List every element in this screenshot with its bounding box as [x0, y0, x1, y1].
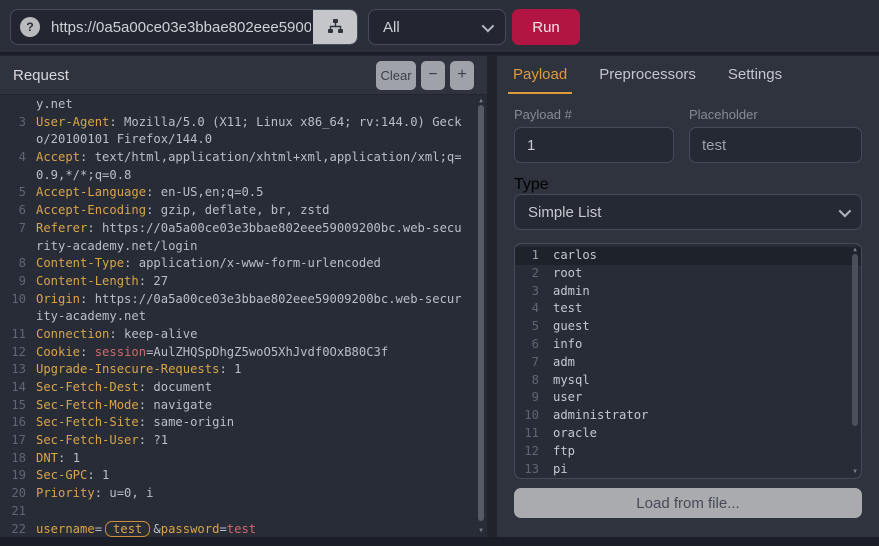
payload-list-item: 4test: [515, 300, 861, 318]
scope-select-value: All: [383, 19, 400, 36]
placeholder-input[interactable]: [689, 127, 862, 163]
request-line: rity-academy.net/login: [0, 238, 487, 256]
payload-tab-content: Payload # Placeholder Type Simple List 1…: [497, 94, 879, 518]
increase-font-button[interactable]: +: [450, 61, 474, 90]
scroll-up-icon[interactable]: ▲: [850, 246, 860, 254]
request-line: 13Upgrade-Insecure-Requests: 1: [0, 361, 487, 379]
request-line: 6Accept-Encoding: gzip, deflate, br, zst…: [0, 202, 487, 220]
scroll-down-icon[interactable]: ▼: [476, 527, 486, 535]
payload-list-item: 5guest: [515, 318, 861, 336]
payload-list-item: 13pi: [515, 461, 861, 479]
payload-list-item: 7adm: [515, 354, 861, 372]
request-editor-scrollbar: ▲ ▼: [476, 95, 486, 537]
request-line: 14Sec-Fetch-Dest: document: [0, 379, 487, 397]
help-button[interactable]: ?: [11, 10, 49, 44]
payload-list-item: 1carlos: [515, 247, 861, 265]
request-line: y.net: [0, 96, 487, 114]
type-select[interactable]: Simple List: [514, 194, 862, 230]
payload-list-item: 8mysql: [515, 372, 861, 390]
sitemap-button[interactable]: [313, 10, 357, 44]
top-bar: ? All Run: [0, 0, 879, 54]
payload-list-editor[interactable]: 1carlos2root3admin4test5guest6info7adm8m…: [514, 243, 862, 479]
request-line: o/20100101 Firefox/144.0: [0, 131, 487, 149]
load-from-file-button[interactable]: Load from file...: [514, 488, 862, 518]
request-line: 10Origin: https://0a5a00ce03e3bbae802eee…: [0, 291, 487, 309]
request-line: 8Content-Type: application/x-www-form-ur…: [0, 255, 487, 273]
request-line: 21: [0, 503, 487, 521]
request-line: 7Referer: https://0a5a00ce03e3bbae802eee…: [0, 220, 487, 238]
payload-placeholder-marker: test: [105, 521, 150, 537]
request-line: 11Connection: keep-alive: [0, 326, 487, 344]
request-line: 0.9,*/*;q=0.8: [0, 167, 487, 185]
run-button[interactable]: Run: [512, 9, 580, 45]
placeholder-field-group: Placeholder: [689, 107, 862, 163]
type-field-group: Type Simple List: [514, 176, 862, 230]
url-input[interactable]: [49, 10, 313, 44]
scroll-down-icon[interactable]: ▼: [850, 468, 860, 476]
payload-scrollbar-thumb[interactable]: [852, 254, 858, 426]
request-line: 22username=test&password=test: [0, 521, 487, 538]
payload-list-item: 9user: [515, 389, 861, 407]
payload-number-input[interactable]: [514, 127, 674, 163]
url-input-group: ?: [10, 9, 358, 45]
request-panel-title: Request: [13, 67, 69, 84]
help-icon: ?: [20, 17, 40, 37]
payload-rows: 1carlos2root3admin4test5guest6info7adm8m…: [515, 247, 861, 478]
payload-list-item: 6info: [515, 336, 861, 354]
request-editor[interactable]: y.net3User-Agent: Mozilla/5.0 (X11; Linu…: [0, 95, 487, 537]
tab-payload[interactable]: Payload: [508, 56, 572, 94]
request-line: 19Sec-GPC: 1: [0, 467, 487, 485]
chevron-down-icon: [839, 204, 852, 217]
tab-preprocessors[interactable]: Preprocessors: [594, 56, 701, 94]
chevron-down-icon: [482, 19, 495, 32]
request-line: 9Content-Length: 27: [0, 273, 487, 291]
request-line: 16Sec-Fetch-Site: same-origin: [0, 414, 487, 432]
request-scrollbar-thumb[interactable]: [478, 105, 484, 521]
payload-number-label: Payload #: [514, 107, 674, 122]
type-select-value: Simple List: [528, 204, 601, 221]
request-lines: y.net3User-Agent: Mozilla/5.0 (X11; Linu…: [0, 96, 487, 537]
request-panel: Request Clear − + y.net3User-Agent: Mozi…: [0, 56, 487, 537]
scroll-up-icon[interactable]: ▲: [476, 97, 486, 105]
request-line: 18DNT: 1: [0, 450, 487, 468]
payload-list-scrollbar: ▲ ▼: [850, 244, 860, 478]
payload-tabbar: Payload Preprocessors Settings: [497, 56, 879, 94]
request-line: ity-academy.net: [0, 308, 487, 326]
payload-number-field-group: Payload #: [514, 107, 674, 163]
type-label: Type: [514, 176, 862, 194]
sitemap-icon: [327, 18, 344, 37]
placeholder-label: Placeholder: [689, 107, 862, 122]
request-panel-header: Request Clear − +: [0, 56, 487, 95]
payload-panel: Payload Preprocessors Settings Payload #…: [497, 56, 879, 537]
payload-list-item: 3admin: [515, 283, 861, 301]
scope-select[interactable]: All: [368, 9, 506, 45]
request-line: 3User-Agent: Mozilla/5.0 (X11; Linux x86…: [0, 114, 487, 132]
payload-list-item: 12ftp: [515, 443, 861, 461]
request-line: 20Priority: u=0, i: [0, 485, 487, 503]
bottom-edge: [0, 537, 879, 546]
payload-list-item: 10administrator: [515, 407, 861, 425]
request-line: 15Sec-Fetch-Mode: navigate: [0, 397, 487, 415]
request-line: 4Accept: text/html,application/xhtml+xml…: [0, 149, 487, 167]
payload-list-item: 2root: [515, 265, 861, 283]
tab-settings[interactable]: Settings: [723, 56, 787, 94]
request-line: 12Cookie: session=AulZHQSpDhgZ5woO5XhJvd…: [0, 344, 487, 362]
decrease-font-button[interactable]: −: [421, 61, 445, 90]
payload-list-item: 11oracle: [515, 425, 861, 443]
request-line: 5Accept-Language: en-US,en;q=0.5: [0, 184, 487, 202]
request-line: 17Sec-Fetch-User: ?1: [0, 432, 487, 450]
clear-button[interactable]: Clear: [376, 61, 416, 90]
